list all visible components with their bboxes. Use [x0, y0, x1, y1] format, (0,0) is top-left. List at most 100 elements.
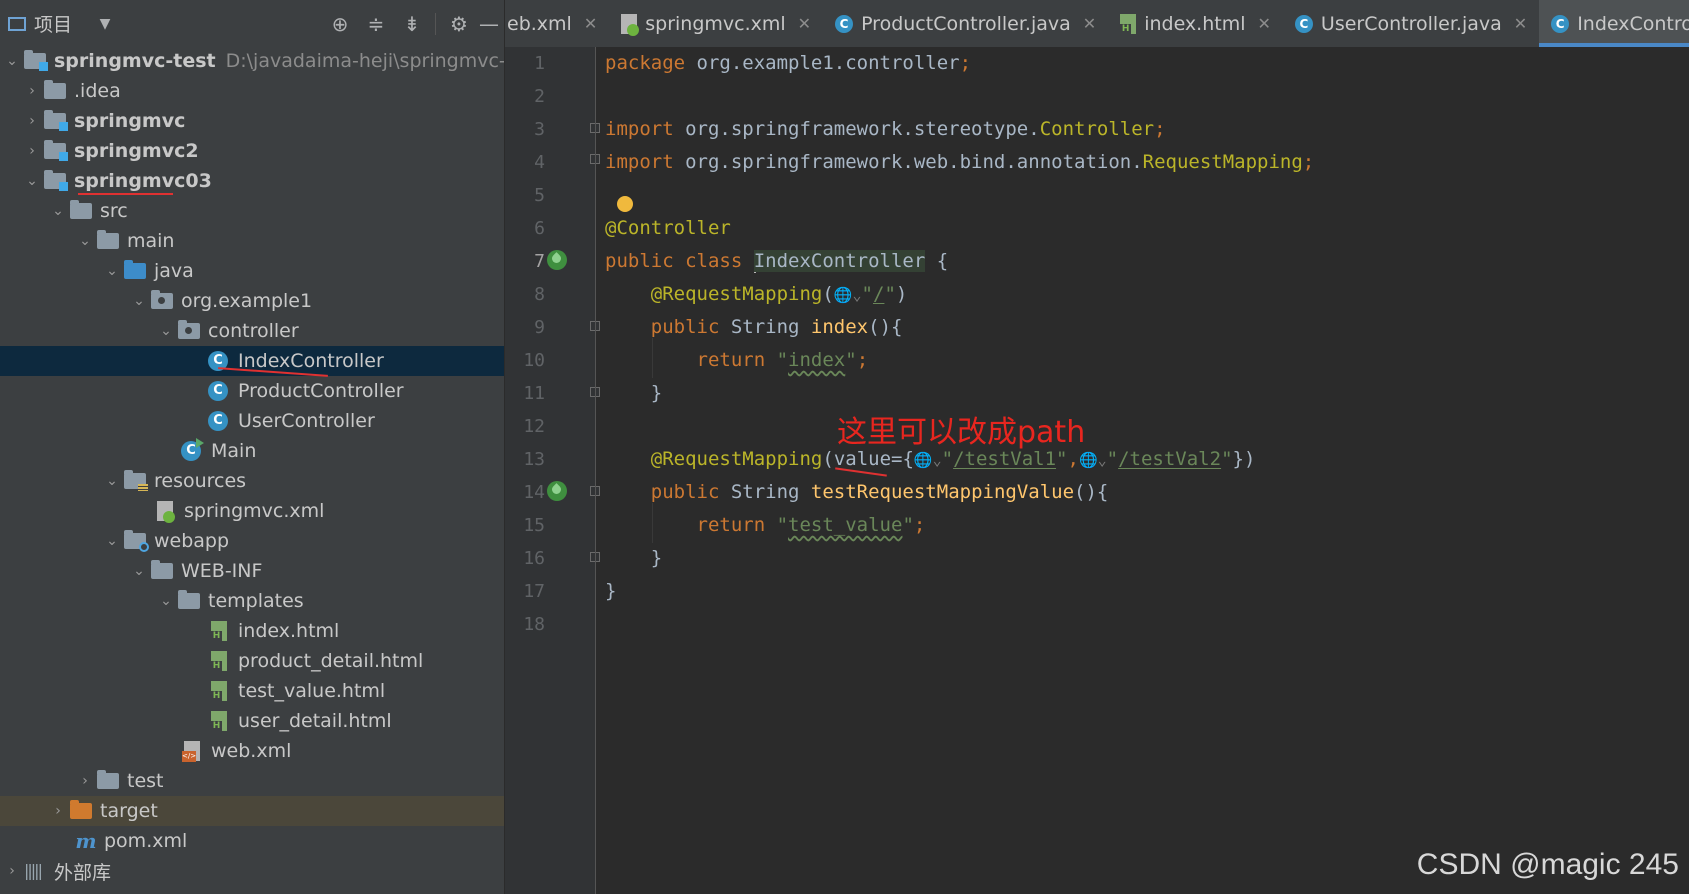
expand-all-icon[interactable]: ≑ — [361, 12, 391, 36]
tree-item-webapp[interactable]: ⌄ webapp — [0, 526, 504, 556]
project-view-title[interactable]: 项目 — [34, 10, 72, 37]
close-icon[interactable]: ✕ — [798, 14, 811, 33]
tree-item-label: Main — [211, 440, 257, 462]
tree-item-label: springmvc.xml — [184, 500, 325, 522]
semicolon: ; — [1154, 118, 1166, 140]
code-editor[interactable]: 1 2 3 4 5 6 7 8 9 10 11 12 13 14 15 16 1… — [505, 47, 1689, 894]
tree-item-index-html[interactable]: index.html — [0, 616, 504, 646]
lightbulb-icon[interactable] — [617, 196, 633, 212]
locate-file-icon[interactable]: ⊕ — [325, 12, 355, 36]
gear-icon[interactable]: ⚙ — [444, 12, 474, 36]
chevron-down-icon[interactable]: ⌄ — [100, 263, 124, 279]
tree-item-main-class[interactable]: C Main — [0, 436, 504, 466]
import-class: RequestMapping — [1142, 151, 1303, 173]
chevron-right-icon[interactable]: › — [20, 83, 44, 99]
tree-item-user-detail-html[interactable]: user_detail.html — [0, 706, 504, 736]
tab-index-html[interactable]: index.html ✕ — [1108, 0, 1283, 47]
type: String — [730, 481, 811, 503]
tree-item-springmvc-xml[interactable]: springmvc.xml — [0, 496, 504, 526]
code-line-14: public String testRequestMappingValue(){ — [605, 476, 1109, 509]
tree-item-usercontroller[interactable]: C UserController — [0, 406, 504, 436]
tree-item-src[interactable]: ⌄ src — [0, 196, 504, 226]
chevron-down-icon[interactable]: ⌄ — [100, 473, 124, 489]
tab-label: ProductController.java — [861, 12, 1071, 35]
tree-item-controller[interactable]: ⌄ controller — [0, 316, 504, 346]
brace: } — [650, 382, 663, 404]
red-underline-mark — [78, 193, 173, 195]
chevron-down-icon[interactable]: ⌄ — [46, 203, 70, 219]
html-file-icon — [208, 621, 232, 641]
url-path[interactable]: /testVal2 — [1118, 448, 1221, 470]
chevron-down-icon[interactable]: ⌄ — [100, 533, 124, 549]
chevron-right-icon[interactable]: › — [20, 113, 44, 129]
chevron-down-icon[interactable]: ⌄ — [73, 233, 97, 249]
tree-item-springmvc2[interactable]: › springmvc2 — [0, 136, 504, 166]
line-number: 8 — [534, 284, 545, 305]
close-icon[interactable]: ✕ — [1514, 14, 1527, 33]
tree-item-root[interactable]: ⌄ springmvc-test D:\javadaima-heji\sprin… — [0, 46, 504, 76]
chevron-right-icon[interactable]: › — [0, 863, 24, 879]
module-folder-icon — [44, 140, 68, 161]
chevron-down-icon[interactable]: ⌄ — [127, 563, 151, 579]
tree-item-label: webapp — [154, 530, 230, 552]
line-number: 4 — [534, 152, 545, 173]
tree-item-test-value-html[interactable]: test_value.html — [0, 676, 504, 706]
tree-item-pom-xml[interactable]: m pom.xml — [0, 826, 504, 856]
line-number: 14 — [523, 482, 545, 503]
tree-item-productcontroller[interactable]: C ProductController — [0, 376, 504, 406]
chevron-down-icon[interactable]: ⌄ — [154, 593, 178, 609]
chevron-right-icon[interactable]: › — [46, 803, 70, 819]
tree-item-java[interactable]: ⌄ java — [0, 256, 504, 286]
tree-item-test[interactable]: › test — [0, 766, 504, 796]
class-icon: C — [1294, 14, 1313, 33]
module-folder-icon — [44, 170, 68, 191]
request-mapping-icon[interactable] — [547, 481, 567, 501]
hide-panel-icon[interactable]: — — [474, 12, 504, 36]
tree-item-target[interactable]: › target — [0, 796, 504, 826]
close-icon[interactable]: ✕ — [584, 14, 597, 33]
package-name: org.example1.controller — [685, 52, 960, 74]
chevron-down-icon[interactable]: ⌄ — [20, 173, 44, 189]
chevron-right-icon[interactable]: › — [20, 143, 44, 159]
close-icon[interactable]: ✕ — [1258, 14, 1271, 33]
tree-item-web-xml[interactable]: web.xml — [0, 736, 504, 766]
spring-bean-icon[interactable] — [547, 250, 567, 270]
tab-label: springmvc.xml — [645, 12, 786, 35]
string-quote: " — [1221, 448, 1233, 470]
tree-item-springmvc[interactable]: › springmvc — [0, 106, 504, 136]
close-icon[interactable]: ✕ — [1083, 14, 1096, 33]
url-path[interactable]: /testVal1 — [953, 448, 1056, 470]
tab-web-xml[interactable]: eb.xml ✕ — [505, 0, 609, 47]
tree-item-resources[interactable]: ⌄ resources — [0, 466, 504, 496]
annotation: @Controller — [605, 217, 731, 239]
tree-item-springmvc03[interactable]: ⌄ springmvc03 — [0, 166, 504, 196]
url-path[interactable]: / — [873, 283, 884, 305]
tree-item-idea[interactable]: › .idea — [0, 76, 504, 106]
url-globe-icon[interactable]: 🌐⌄ — [834, 279, 862, 312]
tree-item-indexcontroller[interactable]: C IndexController — [0, 346, 504, 377]
tree-item-main[interactable]: ⌄ main — [0, 226, 504, 256]
tab-label: IndexController.jav — [1577, 12, 1689, 35]
semicolon: ; — [1302, 151, 1315, 173]
paren: (){ — [1074, 481, 1109, 503]
chevron-down-icon[interactable]: ⌄ — [0, 53, 24, 69]
excluded-folder-icon — [70, 800, 94, 821]
tree-item-external-libraries[interactable]: › ||||| 外部库 — [0, 856, 504, 886]
tree-item-product-detail-html[interactable]: product_detail.html — [0, 646, 504, 676]
chevron-down-icon[interactable]: ⌄ — [127, 293, 151, 309]
tab-usercontroller[interactable]: C UserController.java ✕ — [1283, 0, 1539, 47]
tree-item-org-example1[interactable]: ⌄ org.example1 — [0, 286, 504, 316]
chevron-down-icon[interactable]: ⌄ — [154, 323, 178, 339]
code-line-17: } — [605, 575, 616, 608]
string-quote: " — [884, 283, 896, 305]
collapse-all-icon[interactable]: ⇟ — [397, 12, 427, 36]
html-file-icon — [1120, 13, 1137, 34]
tab-springmvc-xml[interactable]: springmvc.xml ✕ — [609, 0, 823, 47]
tree-item-templates[interactable]: ⌄ templates — [0, 586, 504, 616]
chevron-down-icon[interactable]: ▼ — [90, 16, 120, 32]
tree-item-web-inf[interactable]: ⌄ WEB-INF — [0, 556, 504, 586]
line-number: 17 — [523, 581, 545, 602]
tab-productcontroller[interactable]: C ProductController.java ✕ — [823, 0, 1108, 47]
tab-indexcontroller[interactable]: C IndexController.jav — [1539, 0, 1689, 47]
chevron-right-icon[interactable]: › — [73, 773, 97, 789]
